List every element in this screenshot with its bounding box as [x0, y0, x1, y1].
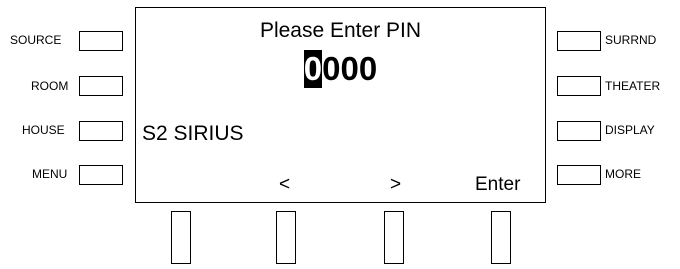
current-source: S2 SIRIUS [142, 122, 244, 145]
soft-label-right: > [390, 174, 402, 195]
display-label: DISPLAY [605, 123, 655, 137]
lcd-screen: Please Enter PIN 0000 S2 SIRIUS < > Ente… [135, 7, 546, 203]
soft-key-2-left[interactable] [276, 211, 296, 264]
pin-digit-1: 0 [303, 50, 323, 88]
pin-entry: 0000 [136, 50, 545, 88]
theater-label: THEATER [605, 79, 661, 93]
room-label: ROOM [31, 79, 69, 93]
soft-key-4-enter[interactable] [491, 211, 511, 264]
menu-label: MENU [32, 167, 68, 181]
more-label: MORE [605, 167, 641, 181]
soft-label-enter: Enter [475, 174, 521, 195]
pin-digit-4: 0 [358, 50, 378, 87]
display-button[interactable] [557, 121, 601, 141]
theater-button[interactable] [557, 76, 601, 96]
menu-button[interactable] [79, 165, 123, 185]
screen-title: Please Enter PIN [259, 19, 422, 42]
soft-key-1[interactable] [171, 211, 191, 264]
house-label: HOUSE [22, 123, 65, 137]
room-button[interactable] [79, 76, 123, 96]
soft-key-3-right[interactable] [384, 211, 404, 264]
source-label: SOURCE [10, 33, 62, 47]
house-button[interactable] [79, 121, 123, 141]
source-button[interactable] [79, 31, 123, 51]
soft-label-left: < [279, 174, 291, 195]
pin-digit-2: 0 [322, 50, 341, 87]
surrnd-label: SURRND [605, 33, 657, 47]
surrnd-button[interactable] [557, 31, 601, 51]
pin-digit-3: 0 [340, 50, 359, 87]
more-button[interactable] [557, 165, 601, 185]
